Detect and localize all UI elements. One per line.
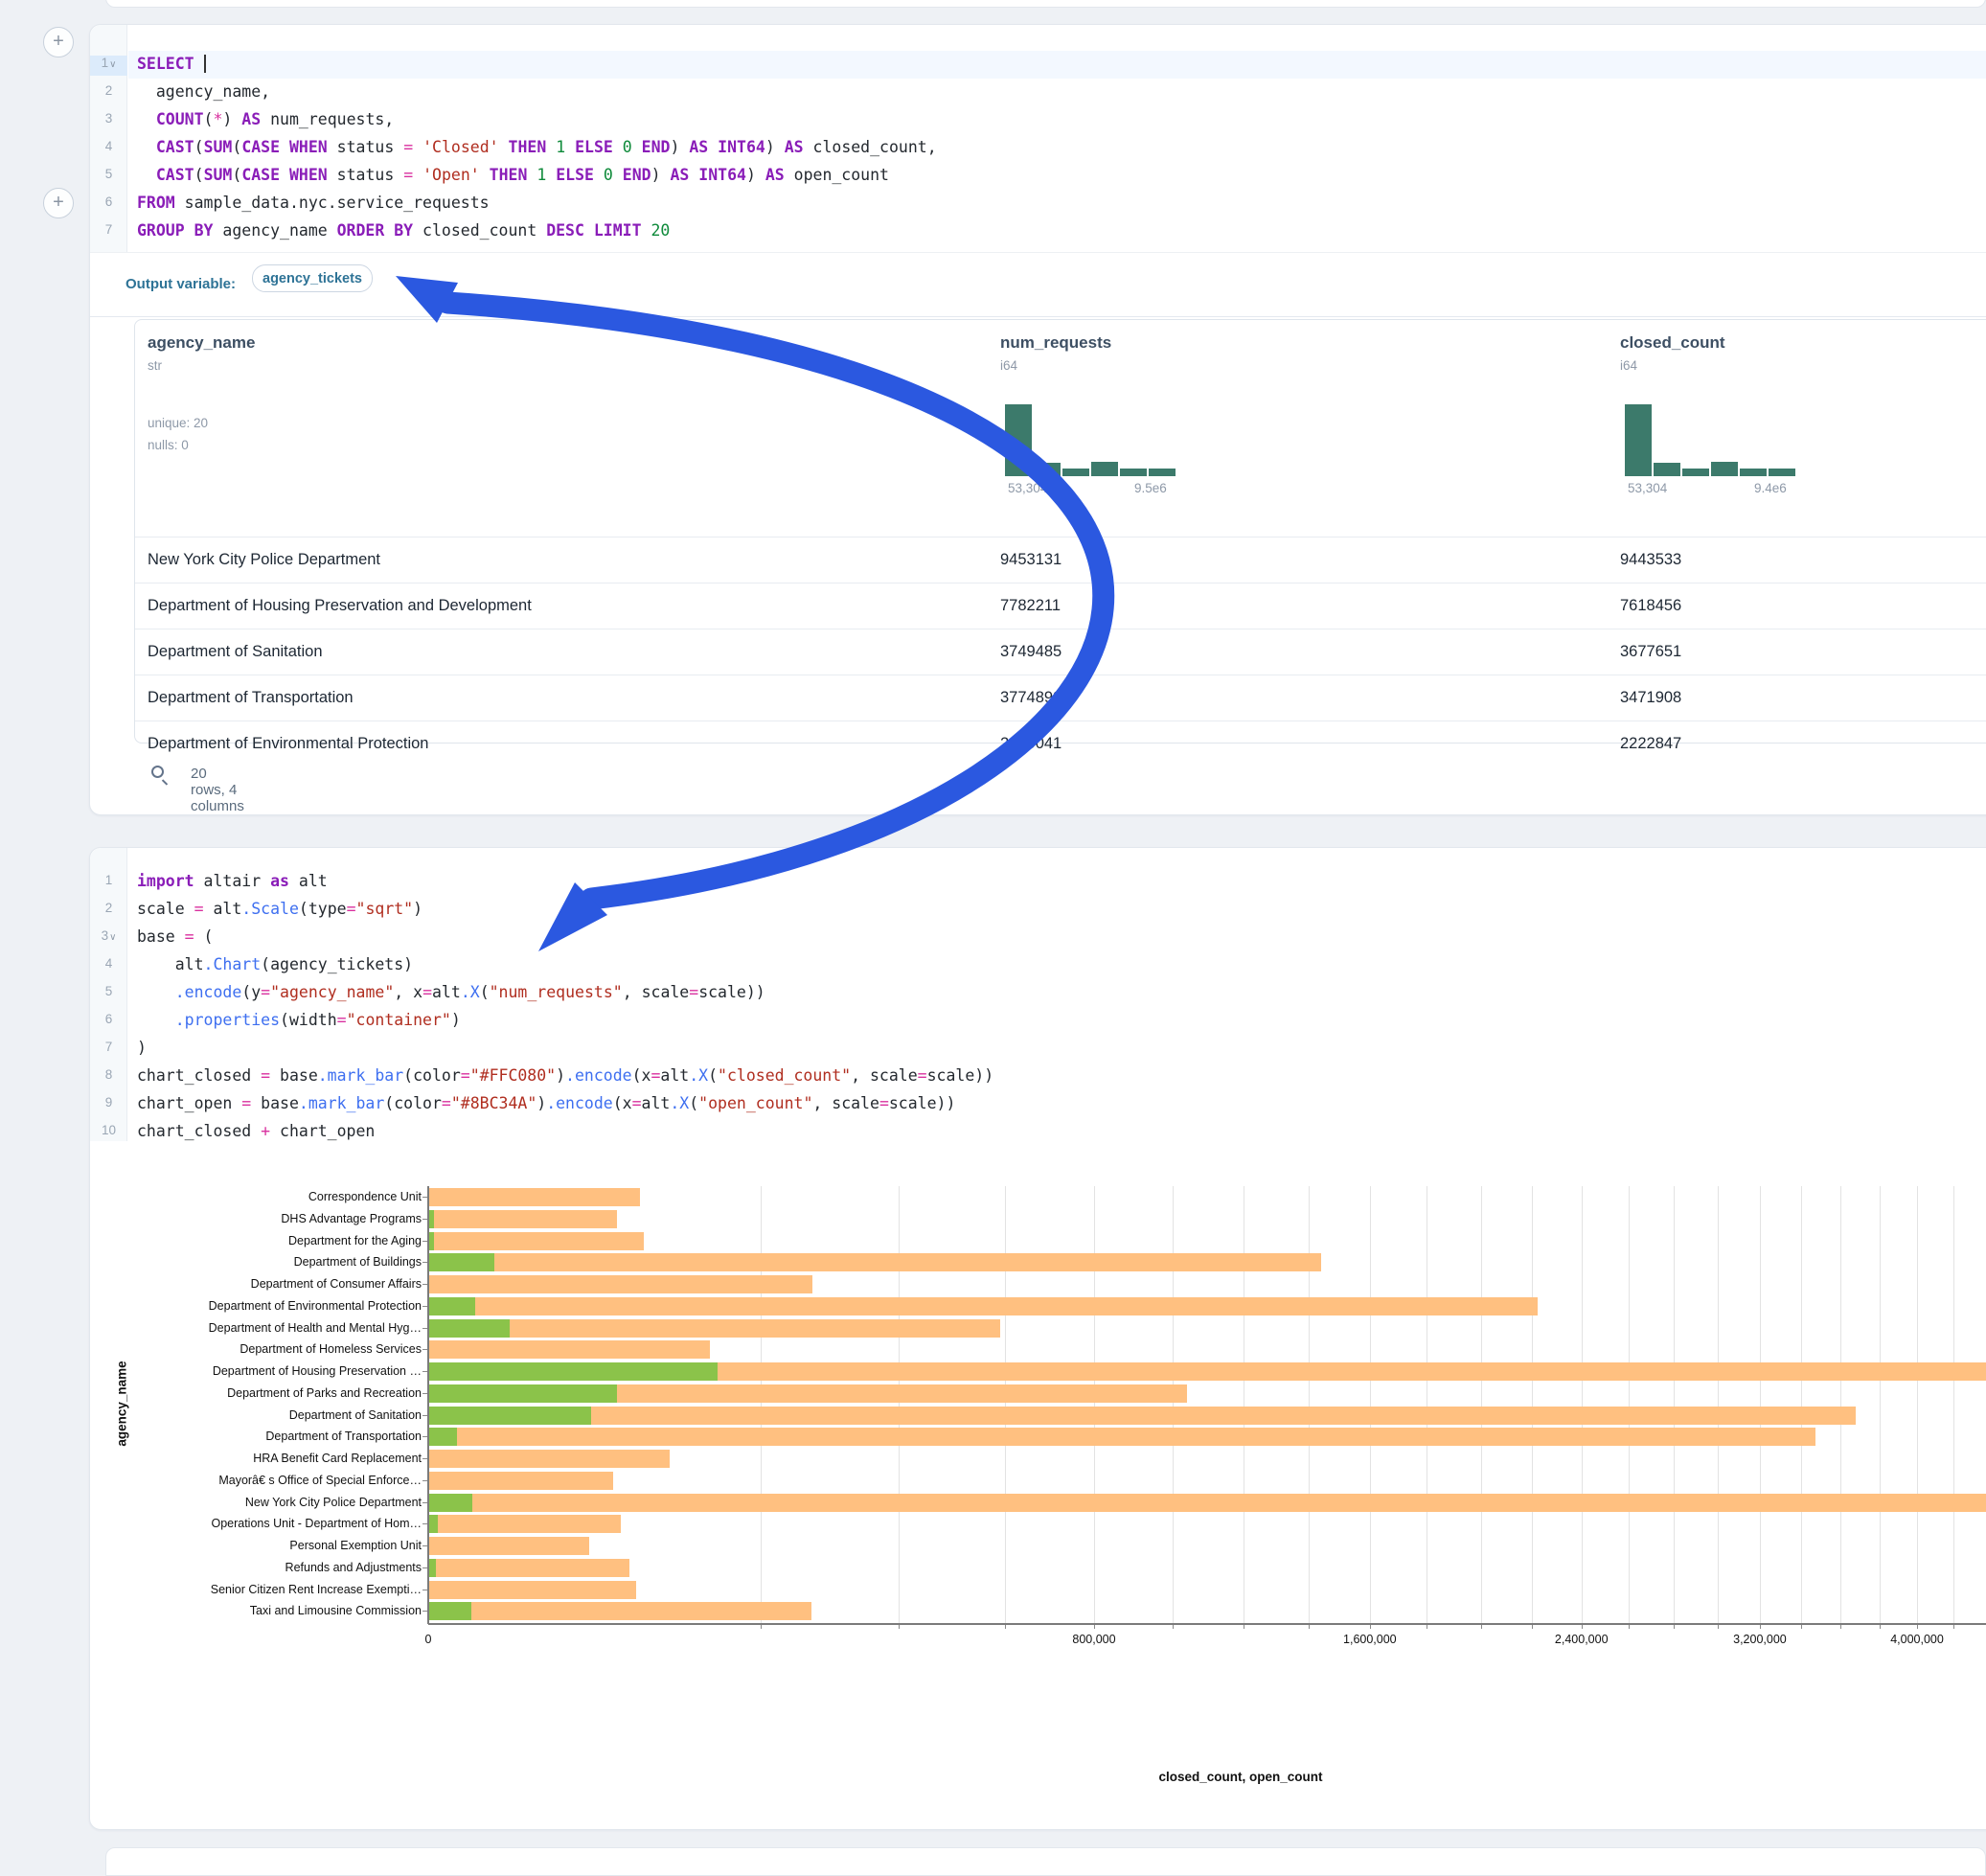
line-number: 8 — [90, 1067, 127, 1087]
line-number: 3 — [90, 111, 127, 131]
line-number: 2 — [90, 83, 127, 103]
histogram-bar — [1625, 404, 1652, 476]
column-name: closed_count — [1620, 333, 1725, 353]
histogram-bar — [1062, 469, 1089, 476]
table-cell: 3677651 — [1620, 643, 1681, 661]
line-number: 3∨ — [90, 928, 127, 949]
search-icon[interactable] — [151, 766, 164, 778]
histogram-max-label: 9.5e6 — [1134, 481, 1167, 495]
histogram-bar — [1740, 469, 1767, 476]
table-cell: 7618456 — [1620, 597, 1681, 615]
line-number: 7 — [90, 1040, 127, 1060]
previous-cell-edge — [105, 0, 1986, 8]
column-name: agency_name — [148, 333, 255, 353]
line-number: 5 — [90, 984, 127, 1004]
python-cell: 1import altair as alt2scale = alt.Scale(… — [89, 847, 1986, 1830]
histogram-bar — [1769, 469, 1795, 476]
table-cell: 9443533 — [1620, 551, 1681, 569]
text-cursor — [204, 55, 206, 73]
line-number: 10 — [90, 1123, 127, 1143]
column-stat: unique: 20 — [148, 416, 208, 430]
output-variable-value: agency_tickets — [263, 271, 362, 286]
table-cell: 2222847 — [1620, 735, 1681, 753]
column-name: num_requests — [1000, 333, 1111, 353]
result-table: agency_namestr unique: 20 nulls: 0 num_requ… — [134, 319, 1986, 744]
histogram-bar — [1034, 463, 1061, 476]
table-cell: Department of Environmental Protection — [148, 735, 428, 753]
column-header-agency_name[interactable]: agency_namestr — [148, 333, 255, 373]
line-number: 4 — [90, 956, 127, 976]
sql-cell: 1∨SELECT 2 agency_name,3 COUNT(*) AS num… — [89, 24, 1986, 815]
column-stat: nulls: 0 — [148, 438, 189, 452]
output-variable-bar: Output variable: agency_tickets — [90, 252, 1986, 317]
table-cell: 3471908 — [1620, 689, 1681, 707]
line-number: 9 — [90, 1095, 127, 1115]
table-cell: Department of Housing Preservation and D… — [148, 597, 532, 615]
table-cell: Department of Sanitation — [148, 643, 323, 661]
line-number: 6 — [90, 1012, 127, 1032]
column-type: i64 — [1000, 358, 1111, 373]
table-row: Department of Environmental Protection 22… — [135, 721, 1986, 766]
table-cell: 2240041 — [1000, 735, 1061, 753]
histogram-bar — [1711, 462, 1738, 476]
table-cell: 3749485 — [1000, 643, 1061, 661]
line-number: 4 — [90, 139, 127, 159]
column-header-num_requests[interactable]: num_requests i64 — [1000, 333, 1111, 373]
column-type: i64 — [1620, 358, 1725, 373]
fold-chevron-icon[interactable]: ∨ — [109, 59, 116, 70]
histogram-bar — [1005, 404, 1032, 476]
table-cell: 3774892 — [1000, 689, 1061, 707]
line-number: 6 — [90, 194, 127, 215]
table-cell: 9453131 — [1000, 551, 1061, 569]
histogram-max-label: 9.4e6 — [1754, 481, 1787, 495]
row-count-text: 20 rows, 4 columns — [191, 766, 244, 814]
column-header-closed_count[interactable]: closed_count i64 — [1620, 333, 1725, 373]
column-type: str — [148, 358, 255, 373]
line-number: 1 — [90, 873, 127, 893]
table-row: Department of Transportation 3774892 34719… — [135, 675, 1986, 721]
histogram-min-label: 53,304 — [1628, 481, 1667, 495]
next-cell-edge — [105, 1847, 1986, 1876]
line-number: 2 — [90, 901, 127, 921]
histogram-min-label: 53,304 — [1008, 481, 1047, 495]
table-row: Department of Housing Preservation and D… — [135, 583, 1986, 629]
histogram-bar — [1120, 469, 1147, 476]
fold-chevron-icon[interactable]: ∨ — [109, 932, 116, 943]
line-number: 5 — [90, 167, 127, 187]
add-cell-button-output[interactable]: + — [43, 188, 74, 218]
histogram-bar — [1654, 463, 1680, 476]
add-cell-button-top[interactable]: + — [43, 27, 74, 57]
table-cell: Department of Transportation — [148, 689, 354, 707]
output-variable-label: Output variable: — [126, 276, 236, 292]
histogram-bar — [1091, 462, 1118, 476]
table-row: Department of Sanitation 3749485 3677651 — [135, 629, 1986, 675]
table-cell: 7782211 — [1000, 597, 1061, 615]
table-cell: New York City Police Department — [148, 551, 380, 569]
histogram-bar — [1149, 469, 1176, 476]
line-number: 7 — [90, 222, 127, 242]
output-variable-pill[interactable]: agency_tickets — [252, 264, 373, 292]
histogram-bar — [1682, 469, 1709, 476]
table-row: New York City Police Department 9453131 94… — [135, 537, 1986, 583]
column-histogram — [1005, 404, 1177, 476]
column-histogram — [1625, 404, 1797, 476]
line-number: 1∨ — [90, 56, 127, 76]
